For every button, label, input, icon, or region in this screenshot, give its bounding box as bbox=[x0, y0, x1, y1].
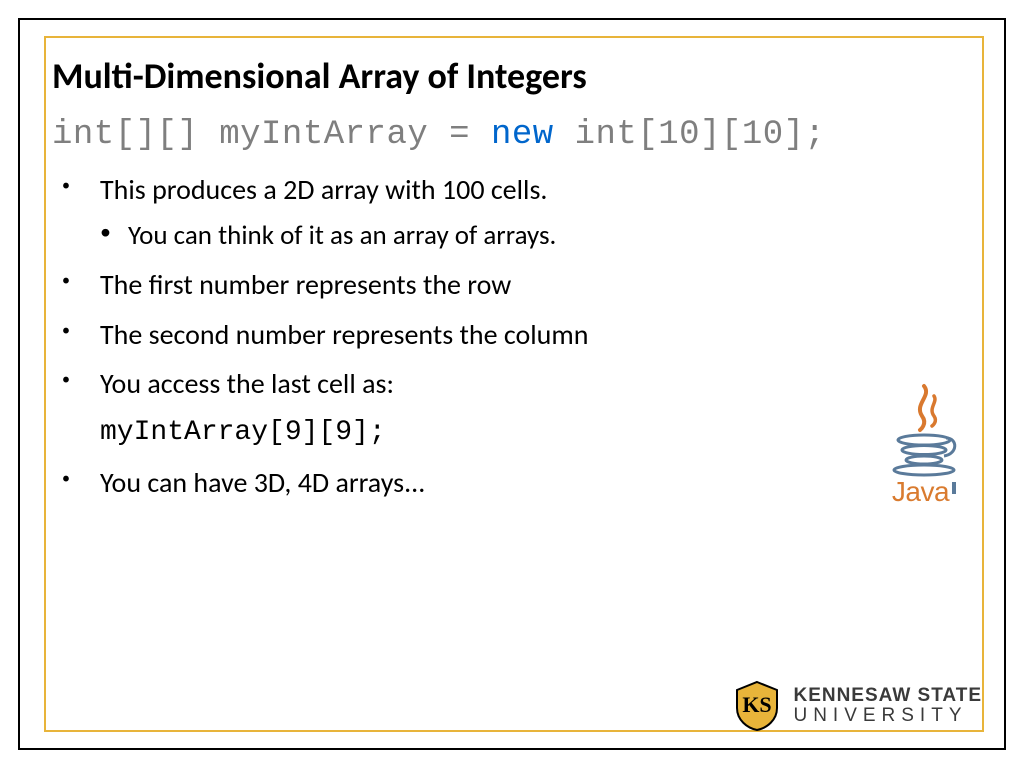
bullet-4: You access the last cell as: bbox=[52, 362, 972, 405]
bullet-list-2: You can have 3D, 4D arrays... bbox=[52, 461, 972, 504]
code-keyword-new: new bbox=[491, 116, 554, 154]
ksu-logo: KS KENNESAW STATE UNIVERSITY bbox=[733, 680, 982, 732]
code-prefix: int[][] myIntArray = bbox=[52, 116, 491, 154]
java-logo-text: Java bbox=[870, 476, 978, 508]
java-tm-icon bbox=[952, 482, 956, 494]
bullet-3: The second number represents the column bbox=[52, 313, 972, 356]
java-label: Java bbox=[892, 476, 949, 507]
java-logo: Java bbox=[870, 378, 978, 508]
code-suffix: int[10][10]; bbox=[554, 116, 826, 154]
ksu-shield-icon: KS bbox=[733, 680, 781, 732]
bullet-2: The first number represents the row bbox=[52, 263, 972, 306]
code-declaration: int[][] myIntArray = new int[10][10]; bbox=[52, 116, 972, 154]
ksu-line-1: KENNESAW STATE bbox=[793, 686, 982, 706]
bullet-list: This produces a 2D array with 100 cells.… bbox=[52, 168, 972, 405]
bullet-1: This produces a 2D array with 100 cells.… bbox=[52, 168, 972, 257]
code-access: myIntArray[9][9]; bbox=[52, 411, 972, 454]
slide-title: Multi-Dimensional Array of Integers bbox=[52, 54, 972, 98]
ksu-text: KENNESAW STATE UNIVERSITY bbox=[793, 686, 982, 726]
bullet-1a: You can think of it as an array of array… bbox=[100, 215, 972, 257]
ksu-line-2: UNIVERSITY bbox=[793, 706, 982, 726]
java-logo-icon bbox=[884, 378, 964, 478]
slide-content: Multi-Dimensional Array of Integers int[… bbox=[52, 54, 972, 510]
svg-text:KS: KS bbox=[743, 692, 772, 717]
bullet-1-text: This produces a 2D array with 100 cells. bbox=[100, 172, 547, 207]
sub-bullet-list: You can think of it as an array of array… bbox=[100, 215, 972, 257]
bullet-5: You can have 3D, 4D arrays... bbox=[52, 461, 972, 504]
